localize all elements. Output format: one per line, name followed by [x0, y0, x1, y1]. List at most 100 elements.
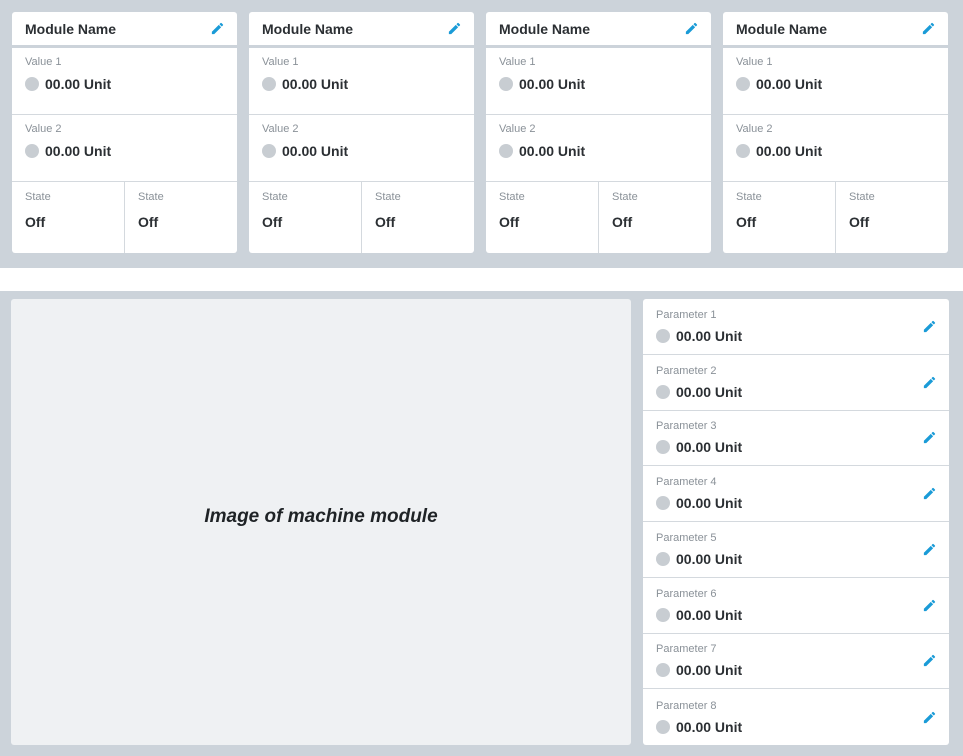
state-2-value: Off — [138, 214, 159, 230]
value-2-value: 00.00 Unit — [282, 143, 349, 159]
state-row: State Off State Off — [723, 182, 948, 253]
parameter-row: Parameter 5 00.00 Unit — [643, 522, 949, 578]
value-2-value: 00.00 Unit — [519, 143, 586, 159]
value-1-value: 00.00 Unit — [45, 76, 112, 92]
parameter-label: Parameter 6 — [656, 587, 717, 600]
value-1-field: Value 1 00.00 Unit — [249, 48, 474, 115]
value-1-value: 00.00 Unit — [519, 76, 586, 92]
value-2-field: Value 2 00.00 Unit — [723, 115, 948, 182]
state-2-value: Off — [612, 214, 633, 230]
value-2-value: 00.00 Unit — [756, 143, 823, 159]
edit-parameter-button[interactable] — [920, 596, 938, 614]
status-dot-icon — [656, 328, 670, 343]
edit-module-button[interactable] — [208, 20, 226, 38]
module-header: Module Name — [12, 12, 237, 48]
pencil-icon — [922, 22, 934, 35]
machine-image-placeholder: Image of machine module — [11, 299, 631, 745]
state-2-label: State — [138, 191, 164, 203]
pencil-icon — [211, 22, 223, 35]
parameter-list: Parameter 1 00.00 Unit Parameter 2 00.00… — [643, 299, 949, 745]
state-2-field: State Off — [835, 182, 948, 253]
edit-parameter-button[interactable] — [920, 317, 938, 335]
module-title: Module Name — [25, 20, 117, 37]
state-2-field: State Off — [124, 182, 237, 253]
value-1-label: Value 1 — [736, 56, 773, 68]
module-card: Module Name Value 1 00.00 Unit Value 2 0… — [249, 12, 474, 253]
edit-parameter-button[interactable] — [920, 652, 938, 670]
status-dot-icon — [262, 77, 276, 91]
state-2-value: Off — [375, 214, 396, 230]
value-1-label: Value 1 — [262, 56, 299, 68]
status-dot-icon — [656, 607, 670, 622]
value-1-label: Value 1 — [499, 56, 536, 68]
edit-parameter-button[interactable] — [920, 429, 938, 447]
pencil-icon — [923, 376, 935, 388]
status-dot-icon — [499, 144, 513, 158]
edit-parameter-button[interactable] — [920, 485, 938, 503]
module-card: Module Name Value 1 00.00 Unit Value 2 0… — [486, 12, 711, 253]
state-1-value: Off — [736, 214, 757, 230]
edit-parameter-button[interactable] — [920, 373, 938, 391]
parameter-value: 00.00 Unit — [676, 606, 743, 623]
pencil-icon — [923, 599, 935, 611]
parameter-label: Parameter 5 — [656, 531, 717, 544]
value-1-value: 00.00 Unit — [282, 76, 349, 92]
module-title: Module Name — [262, 20, 354, 37]
modules-panel: Module Name Value 1 00.00 Unit Value 2 0… — [0, 0, 963, 268]
state-2-label: State — [375, 191, 401, 203]
state-row: State Off State Off — [486, 182, 711, 253]
parameter-row: Parameter 2 00.00 Unit — [643, 355, 949, 411]
value-1-label: Value 1 — [25, 56, 62, 68]
status-dot-icon — [656, 440, 670, 455]
machine-detail-panel: Image of machine module Parameter 1 00.0… — [0, 291, 963, 756]
state-2-field: State Off — [361, 182, 474, 253]
status-dot-icon — [25, 77, 39, 91]
parameter-label: Parameter 4 — [656, 476, 717, 489]
parameter-label: Parameter 8 — [656, 699, 717, 712]
state-2-label: State — [612, 191, 638, 203]
state-row: State Off State Off — [249, 182, 474, 253]
value-2-label: Value 2 — [262, 123, 299, 135]
status-dot-icon — [656, 663, 670, 678]
status-dot-icon — [656, 551, 670, 566]
image-caption: Image of machine module — [204, 506, 438, 527]
status-dot-icon — [656, 719, 670, 734]
status-dot-icon — [656, 384, 670, 399]
pencil-icon — [923, 711, 935, 723]
parameter-row: Parameter 3 00.00 Unit — [643, 411, 949, 467]
edit-parameter-button[interactable] — [920, 708, 938, 726]
status-dot-icon — [736, 77, 750, 91]
edit-module-button[interactable] — [682, 20, 700, 38]
module-card: Module Name Value 1 00.00 Unit Value 2 0… — [723, 12, 948, 253]
module-title: Module Name — [499, 20, 591, 37]
edit-parameter-button[interactable] — [920, 540, 938, 558]
pencil-icon — [923, 543, 935, 555]
status-dot-icon — [736, 144, 750, 158]
parameter-value: 00.00 Unit — [676, 383, 743, 400]
state-1-value: Off — [262, 214, 283, 230]
state-1-label: State — [736, 191, 762, 203]
parameter-row: Parameter 6 00.00 Unit — [643, 578, 949, 634]
parameter-label: Parameter 7 — [656, 643, 717, 656]
parameter-row: Parameter 8 00.00 Unit — [643, 689, 949, 745]
pencil-icon — [923, 487, 935, 500]
pencil-icon — [448, 22, 460, 35]
module-card: Module Name Value 1 00.00 Unit Value 2 0… — [12, 12, 237, 253]
value-1-field: Value 1 00.00 Unit — [12, 48, 237, 115]
edit-module-button[interactable] — [919, 20, 937, 38]
edit-module-button[interactable] — [445, 20, 463, 38]
status-dot-icon — [656, 496, 670, 511]
pencil-icon — [923, 320, 935, 332]
state-1-field: State Off — [249, 182, 361, 253]
module-title: Module Name — [736, 20, 828, 37]
status-dot-icon — [25, 144, 39, 158]
module-header: Module Name — [723, 12, 948, 48]
state-1-label: State — [499, 191, 525, 203]
parameter-value: 00.00 Unit — [676, 439, 743, 456]
state-1-field: State Off — [12, 182, 124, 253]
state-1-field: State Off — [723, 182, 835, 253]
value-2-field: Value 2 00.00 Unit — [12, 115, 237, 182]
parameter-value: 00.00 Unit — [676, 718, 743, 735]
state-1-value: Off — [25, 214, 46, 230]
value-2-label: Value 2 — [736, 123, 773, 135]
